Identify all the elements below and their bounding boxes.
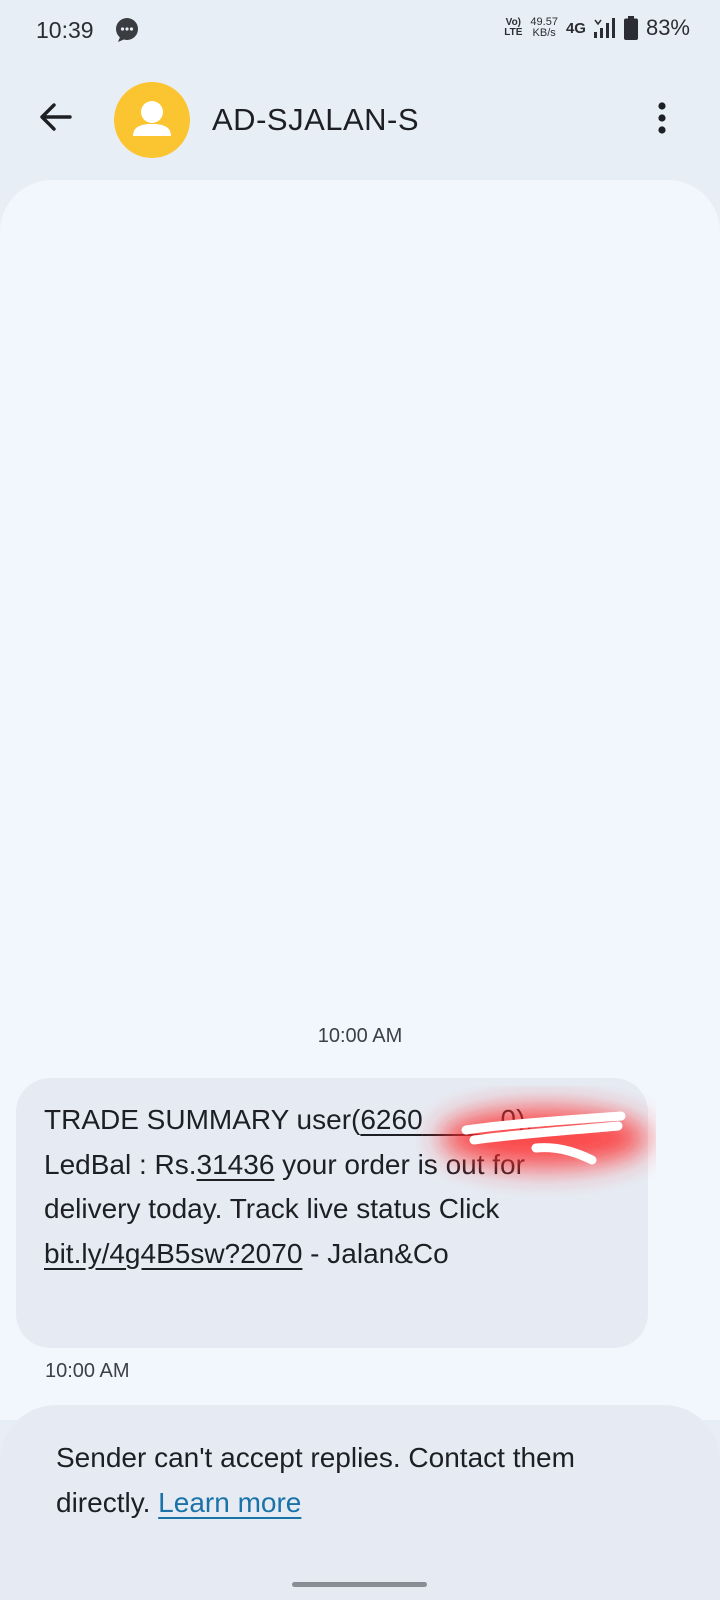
message-timestamp: 10:00 AM	[45, 1360, 130, 1382]
tracking-link[interactable]: bit.ly/4g4B5sw?2070	[44, 1238, 302, 1269]
date-divider: 10:00 AM	[317, 1025, 403, 1047]
notice-text: Sender can't accept replies. Contact the…	[56, 1442, 575, 1518]
message-text: TRADE SUMMARY user(6260000000). LedBal : …	[44, 1098, 649, 1276]
volte-icon: Vo) LTE	[504, 17, 523, 38]
arrow-back-icon	[40, 103, 72, 131]
network-type: 4G	[565, 19, 586, 37]
reply-disabled-notice: Sender can't accept replies. Contact the…	[0, 1405, 720, 1600]
more-vert-icon	[658, 102, 666, 134]
messages-notification-icon	[116, 18, 138, 42]
status-indicators: Vo) LTE 49.57 KB/s 4G 83%	[504, 15, 690, 41]
contact-avatar[interactable]	[114, 82, 190, 158]
home-indicator[interactable]	[292, 1582, 427, 1587]
network-speed: 49.57 KB/s	[530, 16, 558, 39]
status-time: 10:39	[36, 17, 94, 43]
phone-number-link[interactable]: 6260000000	[360, 1104, 516, 1135]
balance-number-link[interactable]: 31436	[197, 1149, 275, 1180]
contact-name[interactable]: AD-SJALAN-S	[212, 102, 419, 138]
more-options-button[interactable]	[642, 96, 682, 140]
person-icon	[133, 101, 171, 136]
message-bubble[interactable]: TRADE SUMMARY user(6260000000). LedBal : …	[16, 1078, 649, 1348]
learn-more-link[interactable]: Learn more	[158, 1487, 301, 1518]
status-bar: 10:39 Vo) LTE 49.57 KB/s 4G 83%	[0, 0, 720, 62]
battery-icon	[623, 16, 638, 40]
signal-icon	[593, 18, 615, 38]
conversation-header: AD-SJALAN-S	[0, 70, 720, 170]
battery-percent: 83%	[645, 15, 690, 40]
back-button[interactable]	[30, 92, 80, 142]
